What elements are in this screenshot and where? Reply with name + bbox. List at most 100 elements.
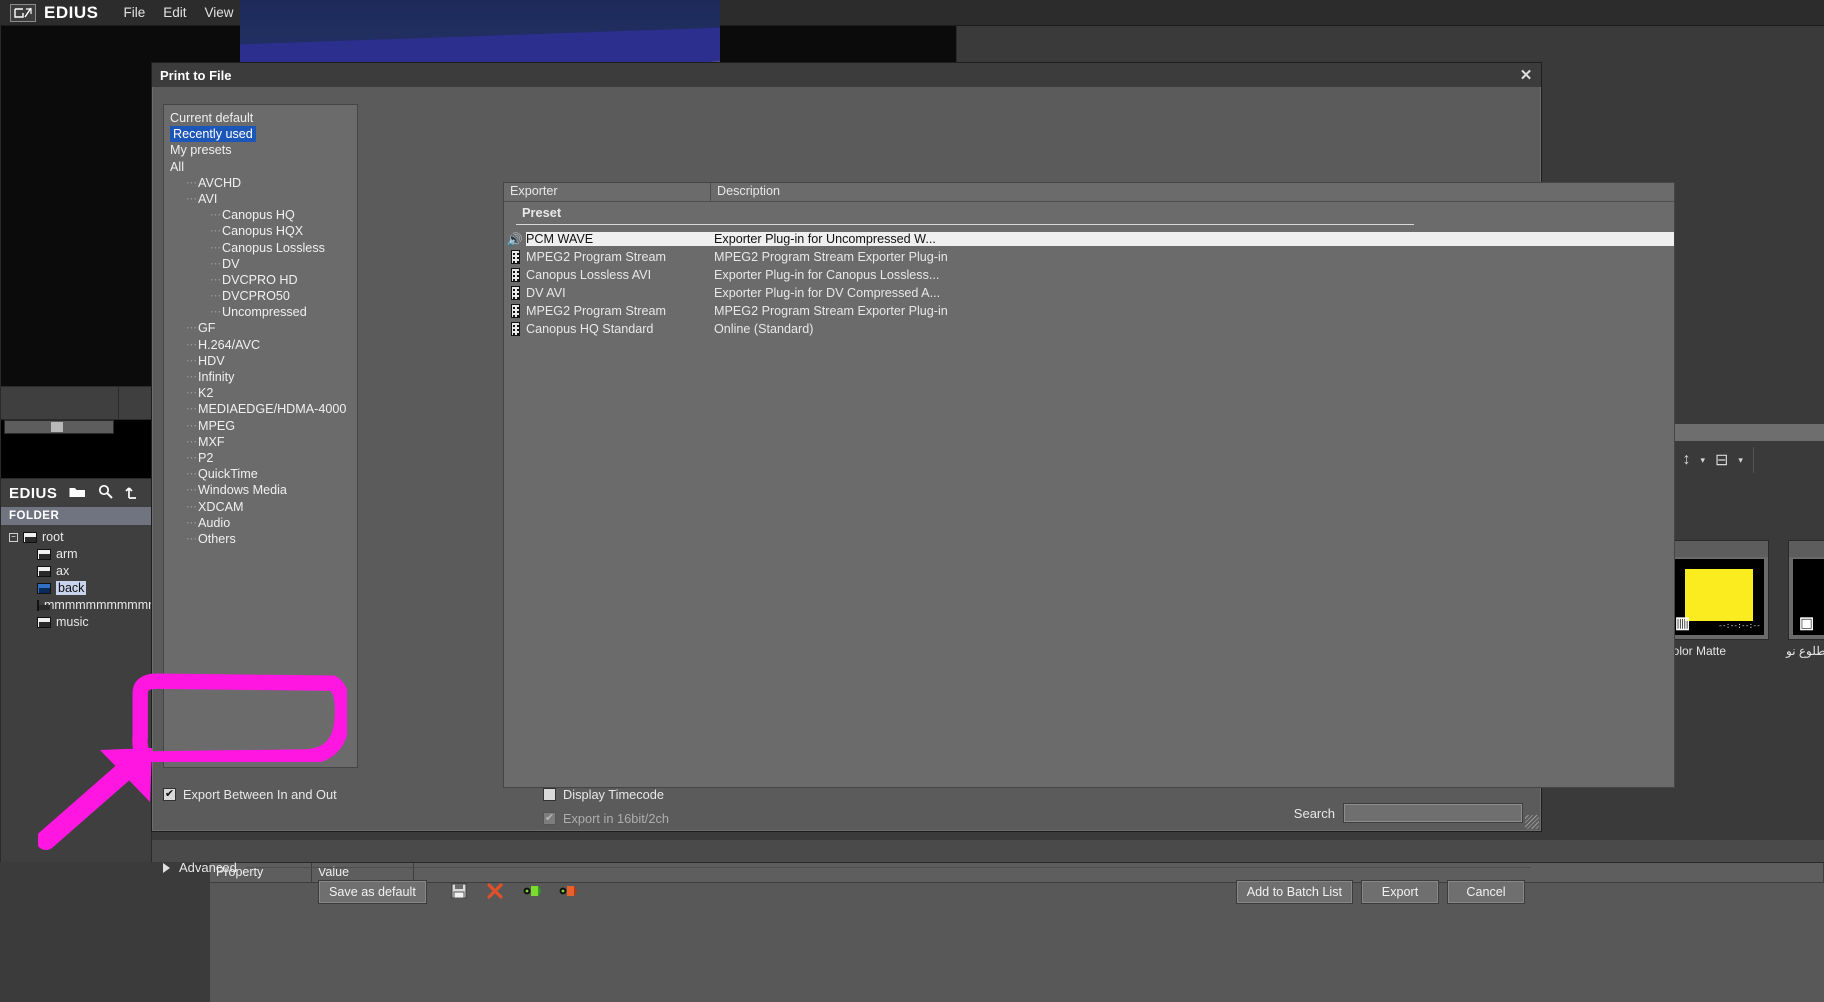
category-current-default[interactable]: Current default <box>168 110 357 126</box>
bin-tree-item-music[interactable]: music <box>7 614 151 630</box>
category-xdcam[interactable]: ⋯ XDCAM <box>168 499 357 515</box>
import-preset-icon[interactable] <box>523 883 541 901</box>
delete-icon[interactable] <box>487 883 505 901</box>
menu-item-view[interactable]: View <box>196 2 243 23</box>
color-matte-swatch <box>1685 569 1753 621</box>
category-h264-avc[interactable]: ⋯ H.264/AVC <box>168 337 357 353</box>
dialog-title-bar[interactable]: Print to File ✕ <box>152 63 1541 87</box>
bin-tree-item-back[interactable]: back <box>7 580 151 596</box>
bin-tree-label: mmmmmmmmmmm <box>44 598 159 612</box>
thumb-header <box>1789 541 1824 557</box>
exporter-name: MPEG2 Program Stream <box>526 250 666 264</box>
exporter-row-2[interactable]: Canopus Lossless AVI Exporter Plug-in fo… <box>504 266 1674 284</box>
save-icon[interactable] <box>451 883 469 901</box>
category-audio[interactable]: ⋯ Audio <box>168 515 357 531</box>
category-canopus-lossless[interactable]: ⋯ Canopus Lossless <box>168 240 357 256</box>
slider-knob[interactable] <box>51 422 63 432</box>
category-dvcpro-hd[interactable]: ⋯ DVCPRO HD <box>168 272 357 288</box>
category-canopus-hqx[interactable]: ⋯ Canopus HQX <box>168 223 357 239</box>
bin-tree-label: root <box>42 530 64 544</box>
category-avchd[interactable]: ⋯ AVCHD <box>168 175 357 191</box>
close-icon[interactable]: ✕ <box>1515 66 1537 84</box>
category-gf[interactable]: ⋯ GF <box>168 320 357 336</box>
category-label: HDV <box>198 353 225 368</box>
add-to-batch-list-button[interactable]: Add to Batch List <box>1235 880 1353 904</box>
preset-group-header: Preset <box>522 205 562 220</box>
player-volume-slider[interactable] <box>4 420 114 434</box>
category-recently-used[interactable]: Recently used <box>168 126 357 143</box>
category-canopus-hq[interactable]: ⋯ Canopus HQ <box>168 207 357 223</box>
advanced-section[interactable]: Advanced <box>163 860 1531 875</box>
category-my-presets[interactable]: My presets <box>168 142 357 158</box>
bin-tree-item-arm[interactable]: arm <box>7 546 151 562</box>
player-extra-buttons[interactable] <box>118 386 152 420</box>
export-to-file-icon[interactable]: ⊟ <box>1715 450 1728 470</box>
category-label: Current default <box>170 111 254 125</box>
set-inout-icon[interactable]: ↕ <box>1682 451 1690 469</box>
exporter-description: Exporter Plug-in for Uncompressed W... <box>714 232 1674 246</box>
cancel-button[interactable]: Cancel <box>1447 880 1525 904</box>
category-infinity[interactable]: ⋯ Infinity <box>168 369 357 385</box>
exporter-row-5[interactable]: Canopus HQ Standard Online (Standard) <box>504 320 1674 338</box>
category-windows-media[interactable]: ⋯ Windows Media <box>168 482 357 498</box>
clip-thumbnail-1[interactable]: ▥ --:--:--:-- <box>1664 540 1769 640</box>
print-to-file-dialog: Print to File ✕ Current default Recently… <box>151 62 1675 904</box>
category-label: DV <box>222 256 240 271</box>
chevron-down-icon-3[interactable]: ▾ <box>1738 455 1743 466</box>
category-uncompressed[interactable]: ⋯ Uncompressed <box>168 304 357 320</box>
collapse-icon[interactable]: − <box>9 532 18 542</box>
category-avi[interactable]: ⋯ AVI <box>168 191 357 207</box>
column-header-exporter[interactable]: Exporter <box>504 183 711 201</box>
dialog-body: Current default Recently used My presets… <box>152 87 1675 904</box>
bin-tree-item-mmm[interactable]: mmmmmmmmmmm <box>7 597 159 613</box>
bin-tree-item-ax[interactable]: ax <box>7 563 151 579</box>
export-between-in-out-row[interactable]: ✔ Export Between In and Out <box>163 787 363 802</box>
logo-glyph-icon <box>14 7 32 18</box>
still-image-icon: ▣ <box>1799 615 1815 632</box>
folder-icon[interactable] <box>69 485 86 501</box>
category-others[interactable]: ⋯ Others <box>168 531 357 547</box>
save-as-default-button[interactable]: Save as default <box>318 880 427 904</box>
search-input[interactable] <box>1343 803 1523 823</box>
chevron-down-icon-2[interactable]: ▾ <box>1700 455 1705 466</box>
category-mxf[interactable]: ⋯ MXF <box>168 434 357 450</box>
exporter-list-pane[interactable]: Exporter Description Preset 🔊 PCM WAVE E… <box>503 182 1675 788</box>
category-mediaedge[interactable]: ⋯ MEDIAEDGE/HDMA-4000 <box>168 401 357 417</box>
bin-tree-item-root[interactable]: − root <box>7 529 151 545</box>
category-all[interactable]: All <box>168 159 357 175</box>
advanced-label: Advanced <box>179 860 237 875</box>
category-hdv[interactable]: ⋯ HDV <box>168 353 357 369</box>
preset-divider <box>516 224 1414 225</box>
search-icon[interactable] <box>98 484 114 502</box>
tree-branch-icon: ⋯ <box>186 435 197 448</box>
exporter-name: PCM WAVE <box>526 232 714 246</box>
export-16bit-label: Export in 16bit/2ch <box>563 811 669 826</box>
exporter-row-0[interactable]: 🔊 PCM WAVE Exporter Plug-in for Uncompre… <box>504 230 1674 248</box>
dialog-resize-handle[interactable] <box>1525 815 1539 829</box>
category-quicktime[interactable]: ⋯ QuickTime <box>168 466 357 482</box>
exporter-row-4[interactable]: MPEG2 Program Stream MPEG2 Program Strea… <box>504 302 1674 320</box>
export-preset-icon[interactable] <box>559 883 577 901</box>
menu-item-file[interactable]: File <box>114 2 154 23</box>
menu-item-edit[interactable]: Edit <box>154 2 195 23</box>
category-dv[interactable]: ⋯ DV <box>168 256 357 272</box>
display-timecode-row[interactable]: Display Timecode <box>543 787 669 802</box>
clip-thumbnail-2[interactable]: ▣ <box>1788 540 1824 640</box>
category-k2[interactable]: ⋯ K2 <box>168 385 357 401</box>
up-arrow-icon[interactable] <box>125 484 138 502</box>
advanced-divider <box>245 867 1531 868</box>
export-button[interactable]: Export <box>1361 880 1439 904</box>
category-mpeg[interactable]: ⋯ MPEG <box>168 418 357 434</box>
exporter-row-3[interactable]: DV AVI Exporter Plug-in for DV Compresse… <box>504 284 1674 302</box>
category-dvcpro50[interactable]: ⋯ DVCPRO50 <box>168 288 357 304</box>
bin-tree: − root arm ax back mmmmmmmmmmm music <box>1 525 159 630</box>
category-tree-pane[interactable]: Current default Recently used My presets… <box>163 104 358 768</box>
category-label: Uncompressed <box>222 305 307 320</box>
category-p2[interactable]: ⋯ P2 <box>168 450 357 466</box>
display-timecode-checkbox[interactable] <box>543 788 556 801</box>
export-between-checkbox[interactable]: ✔ <box>163 788 176 801</box>
edius-logo-icon <box>10 3 36 22</box>
exporter-row-1[interactable]: MPEG2 Program Stream MPEG2 Program Strea… <box>504 248 1674 266</box>
column-header-description[interactable]: Description <box>711 183 1674 201</box>
chevron-right-icon[interactable] <box>163 862 170 873</box>
